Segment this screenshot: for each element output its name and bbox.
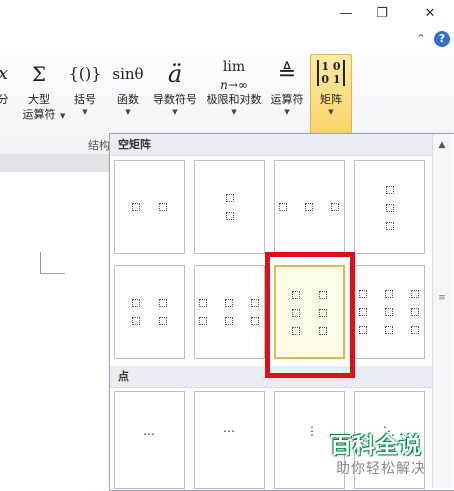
chevron-down-icon: ▼ (60, 112, 66, 120)
midline-dots-tile[interactable]: ⋯ (194, 391, 265, 489)
highlight-frame (265, 252, 355, 378)
bracket-icon: {()} (68, 64, 102, 83)
scroll-up-icon[interactable]: ▲ (436, 139, 448, 151)
ribbon-button-bracket[interactable]: {()} 括号 ▼ (66, 56, 104, 117)
text-cursor-mark (40, 252, 65, 274)
ribbon-button-label: 导数符号 (153, 93, 197, 106)
chevron-down-icon: ▼ (125, 108, 131, 116)
ribbon-button-matrix[interactable]: 1 00 1 矩阵 ▼ (310, 56, 352, 117)
watermark-subtitle: 助你轻松解决 (336, 461, 426, 477)
document-page[interactable] (0, 172, 110, 489)
chevron-down-icon: ▼ (231, 108, 237, 116)
limit-icon: lim n→∞ (220, 59, 248, 92)
ribbon-button-operator[interactable]: ≜ 运算符 ▼ (266, 56, 308, 117)
ribbon-button-label: 括号 (74, 93, 96, 106)
chevron-down-icon: ▼ (284, 108, 290, 116)
operator-icon: ≜ (277, 61, 297, 86)
close-icon[interactable]: ✕ (420, 6, 440, 22)
matrix-2x3-tile[interactable] (194, 265, 265, 359)
fraction-icon: x (0, 56, 12, 92)
accent-icon: ä (167, 60, 183, 88)
matrix-2x1-tile[interactable] (194, 160, 265, 254)
chevron-down-icon: ▼ (82, 108, 88, 116)
document-ruler (0, 154, 110, 173)
matrix-icon: 1 00 1 (310, 56, 352, 92)
restore-icon[interactable]: ❐ (372, 6, 392, 22)
function-icon: sinθ (112, 65, 144, 83)
ribbon-button-function[interactable]: sinθ 函数 ▼ (108, 56, 148, 117)
help-bar (0, 28, 454, 50)
matrix-1x2-tile[interactable] (114, 160, 185, 254)
matrix-2x2-tile[interactable] (114, 265, 185, 359)
help-icon[interactable]: ? (434, 31, 450, 47)
chevron-down-icon: ▼ (172, 108, 178, 116)
ribbon-button-label: 极限和对数 (206, 93, 262, 106)
ribbon-button-label: 分 (0, 93, 9, 106)
ribbon-button-limit-log[interactable]: lim n→∞ 极限和对数 ▼ (202, 56, 266, 117)
gallery-scrollbar[interactable] (432, 134, 453, 488)
matrix-3x3-tile[interactable] (354, 265, 425, 359)
limit-icon-text: lim (222, 59, 246, 75)
ribbon-button-label: 运算符 (270, 93, 304, 106)
sigma-icon: Σ (31, 62, 47, 86)
matrix-3x1-tile[interactable] (354, 160, 425, 254)
ribbon-button-large-operator[interactable]: Σ 大型 运算符 (16, 56, 62, 122)
ribbon-group-label: 结构 (88, 139, 110, 152)
ribbon-button-label-2: 运算符 (22, 108, 56, 121)
ribbon-button-label: 大型 (28, 93, 50, 106)
ribbon-button-label: 矩阵 (320, 93, 342, 106)
ribbon-button-fraction[interactable]: x 分 (0, 56, 12, 107)
watermark-title: 百科全说 (330, 434, 423, 459)
section-header-empty-matrix: 空矩阵 (110, 134, 432, 156)
chevron-down-icon: ▼ (328, 108, 334, 116)
baseline-dots-tile[interactable]: … (114, 391, 185, 489)
minimize-icon[interactable]: — (336, 6, 356, 22)
matrix-1x3-tile[interactable] (274, 160, 345, 254)
ribbon-button-accent[interactable]: ä 导数符号 ▼ (150, 56, 200, 117)
ribbon-button-label: 函数 (117, 93, 139, 106)
scroll-grip-icon[interactable]: ≡ (437, 293, 447, 303)
collapse-ribbon-icon[interactable]: ⌃ (414, 31, 428, 47)
